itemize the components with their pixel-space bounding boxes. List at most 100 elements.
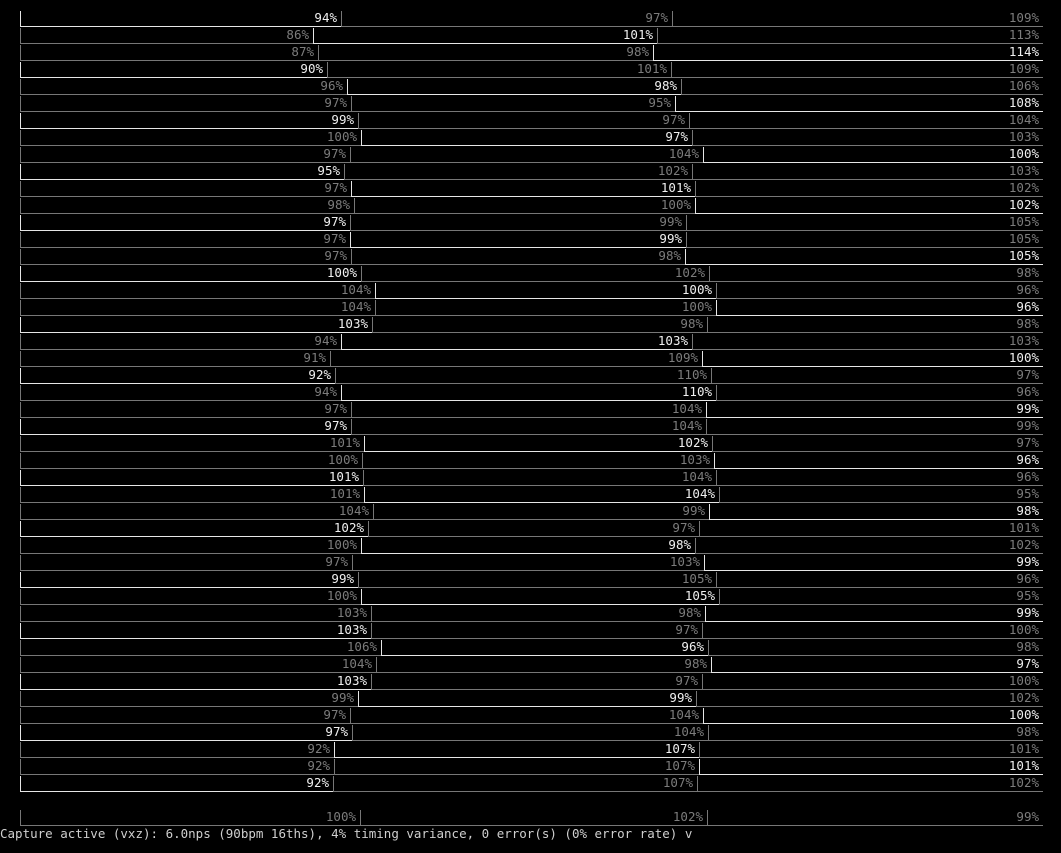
timing-segment: 97% (20, 181, 351, 197)
timing-segment: 104% (351, 419, 706, 435)
timing-segment: 104% (20, 283, 375, 299)
timing-segment: 104% (20, 657, 376, 673)
timing-percent-label: 101% (660, 180, 691, 195)
timing-percent-label: 104% (1008, 112, 1039, 127)
timing-percent-label: 102% (333, 520, 364, 535)
timing-segment: 103% (20, 623, 371, 639)
timing-segment: 97% (341, 11, 672, 27)
timing-percent-label: 102% (1008, 197, 1039, 212)
timing-segment: 97% (20, 96, 351, 112)
timing-segment: 102% (695, 538, 1043, 554)
timing-segment: 97% (20, 419, 351, 435)
timing-segment: 105% (686, 232, 1043, 248)
timing-segment: 99% (358, 691, 696, 707)
timing-segment: 90% (20, 62, 327, 78)
timing-percent-label: 104% (671, 401, 702, 416)
timing-segment: 97% (371, 674, 702, 690)
timing-percent-label: 104% (341, 656, 372, 671)
timing-percent-label: 95% (648, 95, 671, 110)
timing-percent-label: 103% (1008, 129, 1039, 144)
timing-segment: 100% (354, 198, 695, 214)
timing-percent-label: 113% (1008, 27, 1039, 42)
timing-segment: 97% (371, 623, 702, 639)
timing-segment: 114% (653, 45, 1043, 61)
timing-segment: 98% (372, 317, 707, 333)
timing-percent-label: 104% (673, 724, 704, 739)
timing-percent-label: 102% (657, 163, 688, 178)
timing-segment: 100% (20, 538, 361, 554)
timing-percent-label: 98% (1016, 316, 1039, 331)
timing-segment: 102% (695, 181, 1043, 197)
timing-segment: 97% (20, 708, 350, 724)
timing-segment: 98% (351, 249, 685, 265)
timing-segment: 97% (20, 402, 351, 418)
timing-percent-label: 102% (1008, 180, 1039, 195)
timing-segment: 98% (371, 606, 705, 622)
timing-segment: 101% (699, 759, 1043, 775)
timing-percent-label: 97% (323, 146, 346, 161)
timing-segment: 86% (20, 28, 313, 44)
timing-percent-label: 98% (658, 248, 681, 263)
timing-percent-label: 96% (681, 639, 704, 654)
timing-segment: 96% (716, 283, 1043, 299)
timing-percent-label: 99% (1016, 809, 1039, 824)
timing-percent-label: 102% (1008, 690, 1039, 705)
timing-segment: 103% (692, 130, 1043, 146)
timing-segment: 98% (318, 45, 653, 61)
timing-percent-label: 105% (1008, 231, 1039, 246)
timing-percent-label: 98% (668, 537, 691, 552)
timing-percent-label: 92% (307, 758, 330, 773)
timing-segment: 104% (20, 300, 375, 316)
timing-segment: 104% (350, 708, 703, 724)
timing-percent-label: 100% (327, 452, 358, 467)
timing-segment: 97% (20, 232, 350, 248)
timing-percent-label: 106% (346, 639, 377, 654)
timing-segment: 92% (20, 776, 333, 792)
timing-segment: 96% (381, 640, 708, 656)
timing-percent-label: 105% (684, 588, 715, 603)
timing-percent-label: 96% (1016, 282, 1039, 297)
timing-segment: 102% (697, 776, 1043, 792)
timing-segment: 100% (703, 147, 1043, 163)
timing-segment: 101% (20, 436, 364, 452)
timing-segment: 101% (699, 521, 1043, 537)
timing-percent-label: 92% (307, 741, 330, 756)
timing-segment: 99% (373, 504, 709, 520)
timing-percent-label: 103% (336, 622, 367, 637)
timing-percent-label: 104% (681, 469, 712, 484)
timing-percent-label: 101% (1008, 741, 1039, 756)
timing-percent-label: 97% (324, 180, 347, 195)
timing-segment: 96% (716, 385, 1043, 401)
timing-percent-label: 104% (668, 707, 699, 722)
timing-segment: 98% (361, 538, 695, 554)
timing-segment: 100% (20, 810, 360, 826)
timing-percent-label: 94% (314, 333, 337, 348)
timing-segment: 98% (347, 79, 681, 95)
timing-segment: 96% (714, 453, 1043, 469)
timing-percent-label: 97% (665, 129, 688, 144)
timing-segment: 97% (20, 725, 352, 741)
timing-segment: 98% (708, 725, 1043, 741)
timing-segment: 104% (363, 470, 716, 486)
timing-percent-label: 96% (1016, 452, 1039, 467)
timing-percent-label: 100% (1008, 146, 1039, 161)
timing-percent-label: 103% (336, 673, 367, 688)
timing-percent-label: 100% (325, 809, 356, 824)
timing-percent-label: 102% (677, 435, 708, 450)
timing-segment: 99% (350, 232, 686, 248)
timing-segment: 91% (20, 351, 330, 367)
timing-percent-label: 99% (331, 112, 354, 127)
timing-segment: 97% (20, 215, 350, 231)
timing-percent-label: 107% (664, 741, 695, 756)
timing-segment: 110% (335, 368, 711, 384)
timing-percent-label: 102% (674, 265, 705, 280)
timing-segment: 97% (368, 521, 699, 537)
timing-segment: 98% (707, 317, 1043, 333)
timing-percent-label: 97% (645, 10, 668, 25)
timing-percent-label: 103% (1008, 163, 1039, 178)
timing-segment: 100% (20, 130, 361, 146)
timing-segment: 97% (20, 249, 351, 265)
timing-percent-label: 100% (681, 299, 712, 314)
timing-segment: 95% (20, 164, 344, 180)
timing-segment: 102% (344, 164, 692, 180)
